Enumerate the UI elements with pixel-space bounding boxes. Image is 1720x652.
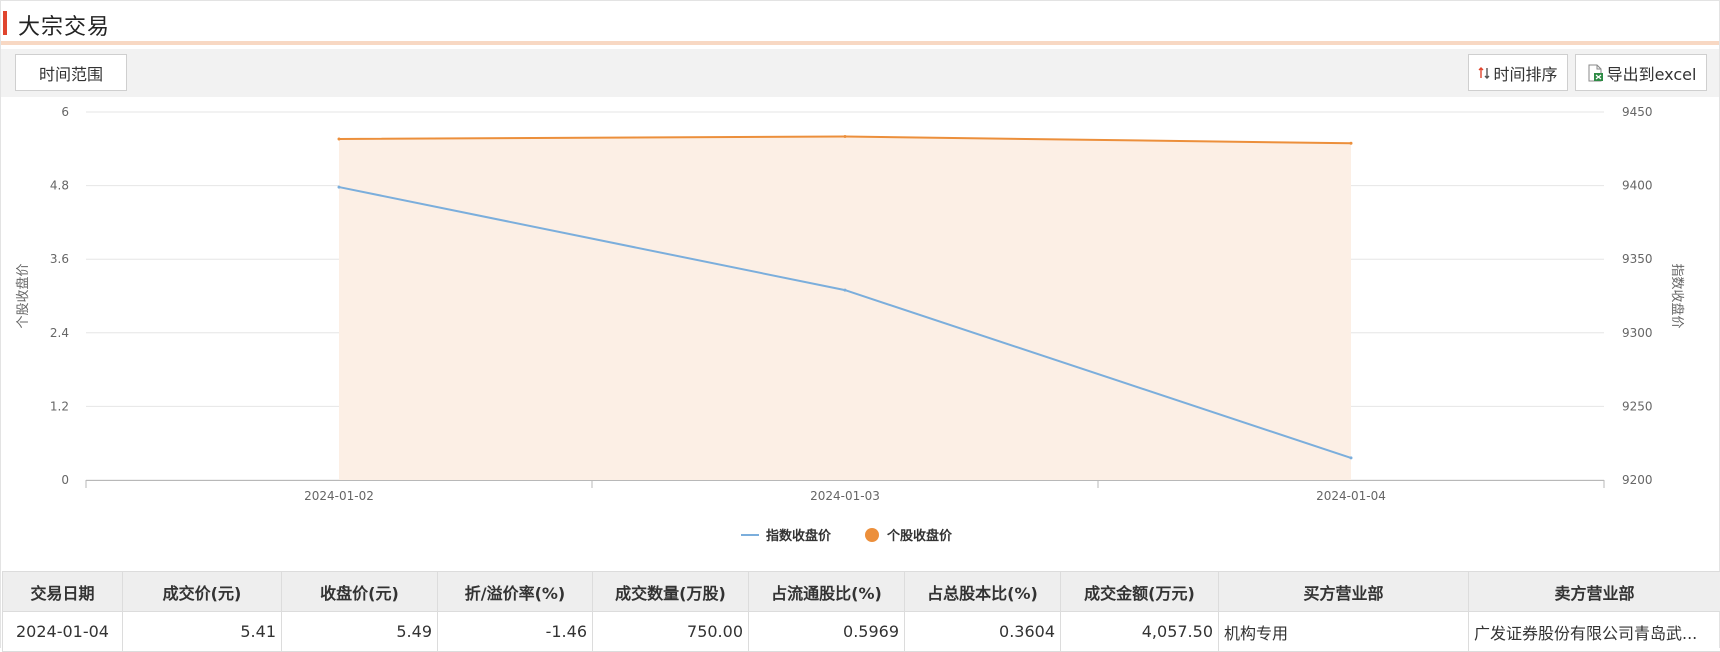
index-close-point [844,289,847,292]
column-header: 占流通股比(%) [749,572,905,612]
block-trade-table: 交易日期成交价(元)收盘价(元)折/溢价率(%)成交数量(万股)占流通股比(%)… [2,571,1720,652]
x-tick-label: 2024-01-04 [1316,489,1386,503]
x-tick-label: 2024-01-03 [810,489,880,503]
y-left-tick-label: 6 [61,105,69,119]
y-right-tick-label: 9200 [1622,473,1653,487]
legend-stock-label: 个股收盘价 [886,528,953,544]
column-header: 占总股本比(%) [905,572,1061,612]
table-cell: 0.5969 [749,612,905,652]
table-cell: 2024-01-04 [3,612,123,652]
legend-index-label: 指数收盘价 [766,528,832,544]
column-header: 收盘价(元) [282,572,438,612]
y-right-axis-title: 指数收盘价 [1669,263,1685,328]
y-right-tick-label: 9250 [1622,399,1653,413]
table-body: 2024-01-045.415.49-1.46750.000.59690.360… [3,612,1720,652]
export-excel-button[interactable]: 导出到excel [1575,54,1707,91]
column-header: 买方营业部 [1219,572,1469,612]
column-header: 成交价(元) [123,572,282,612]
title-bar: 大宗交易 [1,1,1719,45]
sort-arrows-icon [1478,66,1490,80]
time-sort-button[interactable]: 时间排序 [1468,54,1568,91]
column-header: 折/溢价率(%) [438,572,593,612]
x-tick-label: 2024-01-02 [304,489,374,503]
y-right-tick-label: 9350 [1622,252,1653,266]
y-left-axis-title: 个股收盘价 [15,263,31,328]
time-range-button[interactable]: 时间范围 [15,54,127,91]
column-header: 成交数量(万股) [593,572,749,612]
table-cell: 广发证券股份有限公司青岛武... [1469,612,1720,652]
table-header-row: 交易日期成交价(元)收盘价(元)折/溢价率(%)成交数量(万股)占流通股比(%)… [3,572,1720,612]
block-trade-table-area: 交易日期成交价(元)收盘价(元)折/溢价率(%)成交数量(万股)占流通股比(%)… [1,571,1720,649]
table-cell: 750.00 [593,612,749,652]
table-cell: 0.3604 [905,612,1061,652]
page-title: 大宗交易 [18,9,110,41]
block-trade-panel: 大宗交易 时间范围 时间排序 导出到ex [0,0,1720,648]
export-excel-label: 导出到excel [1607,61,1697,85]
table-cell: 5.41 [123,612,282,652]
y-left-tick-label: 1.2 [50,399,69,413]
y-left-tick-label: 2.4 [50,326,69,340]
title-accent-bar [3,11,7,35]
table-cell: 4,057.50 [1061,612,1219,652]
price-chart-svg: 0 1.2 2.4 3.6 4.8 6 9200 9250 9300 9350 9400 9450 20… [1,97,1720,571]
column-header: 卖方营业部 [1469,572,1720,612]
stock-area [339,137,1351,480]
legend-stock-swatch [865,528,879,542]
table-cell: 机构专用 [1219,612,1469,652]
index-close-point [338,186,341,189]
y-right-tick-label: 9300 [1622,326,1653,340]
time-sort-label: 时间排序 [1493,61,1557,85]
table-row[interactable]: 2024-01-045.415.49-1.46750.000.59690.360… [3,612,1720,652]
price-chart: 0 1.2 2.4 3.6 4.8 6 9200 9250 9300 9350 9400 9450 20… [1,97,1720,571]
stock-close-point [844,135,847,138]
y-left-tick-label: 4.8 [50,179,69,193]
y-left-tick-label: 3.6 [50,252,69,266]
stock-close-point [1350,142,1353,145]
stock-close-point [338,137,341,140]
table-cell: 5.49 [282,612,438,652]
column-header: 交易日期 [3,572,123,612]
y-left-tick-label: 0 [61,473,69,487]
y-right-tick-label: 9450 [1622,105,1653,119]
index-close-point [1350,456,1353,459]
column-header: 成交金额(万元) [1061,572,1219,612]
toolbar: 时间范围 时间排序 导出到excel [1,49,1719,97]
excel-export-icon [1586,64,1604,82]
time-range-label: 时间范围 [39,61,103,85]
y-right-tick-label: 9400 [1622,179,1653,193]
table-cell: -1.46 [438,612,593,652]
